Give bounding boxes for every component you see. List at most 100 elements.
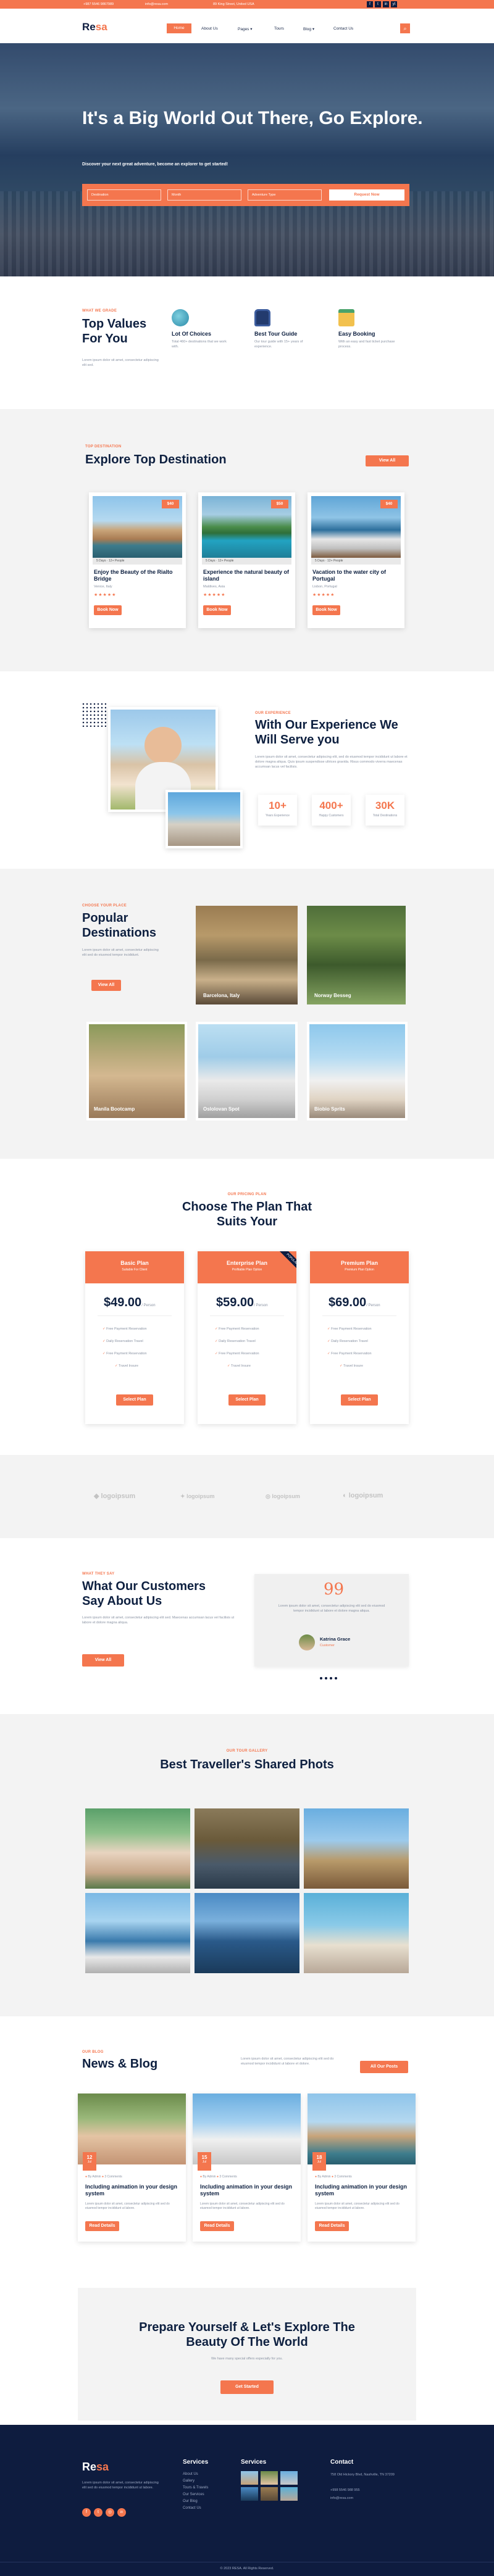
footer-link[interactable]: Contact Us bbox=[183, 2505, 208, 2512]
testimonials-view-all-button[interactable]: View All bbox=[82, 1654, 124, 1667]
footer-gallery-photo[interactable] bbox=[261, 2487, 278, 2501]
get-started-button[interactable]: Get Started bbox=[220, 2380, 274, 2394]
destination-card-title[interactable]: Experience the natural beauty of island bbox=[203, 569, 290, 582]
destination-field[interactable]: Destination bbox=[87, 189, 161, 201]
experience-photo-small bbox=[165, 790, 243, 848]
price-badge: $40 bbox=[380, 500, 398, 508]
footer-link[interactable]: Tours & Travels bbox=[183, 2485, 208, 2491]
destination-card: $40 5 Days · 12+ People Vacation to the … bbox=[308, 492, 404, 628]
slider-dots[interactable] bbox=[320, 1677, 337, 1679]
blog-post-title[interactable]: Including animation in your design syste… bbox=[315, 2184, 408, 2197]
stat-value: 10+ bbox=[269, 800, 287, 811]
nav-pages[interactable]: Pages ▾ bbox=[238, 27, 253, 31]
request-now-button[interactable]: Request Now bbox=[329, 189, 404, 201]
footer-email[interactable]: info@resa.com bbox=[330, 2496, 353, 2500]
dots-decoration bbox=[82, 702, 106, 727]
book-now-button[interactable]: Book Now bbox=[94, 605, 122, 615]
pricing-eyebrow: OUR PRICING PLAN bbox=[227, 1193, 267, 1196]
place-label: Manila Bootcamp bbox=[94, 1106, 135, 1112]
footer-link[interactable]: Our Blog bbox=[183, 2498, 208, 2505]
gallery-photo[interactable] bbox=[195, 1808, 299, 1889]
post-comments: 3 Comments bbox=[219, 2175, 237, 2179]
footer-link[interactable]: Gallery bbox=[183, 2478, 208, 2485]
partner-logo: ✦ logoipsum bbox=[180, 1493, 215, 1499]
linkedin-icon[interactable]: in bbox=[117, 2508, 126, 2517]
twitter-icon[interactable]: t bbox=[375, 1, 381, 7]
plan-card: Enterprise Plan Profitable Plan Option P… bbox=[198, 1251, 296, 1424]
stat-label: Happy Customers bbox=[319, 814, 344, 818]
linkedin-icon[interactable]: in bbox=[383, 1, 389, 7]
email-text[interactable]: info@resa.com bbox=[145, 2, 168, 6]
popular-place-card[interactable]: Manila Bootcamp bbox=[86, 1022, 187, 1120]
select-plan-button[interactable]: Select Plan bbox=[116, 1394, 153, 1406]
footer-gallery-photo[interactable] bbox=[261, 2471, 278, 2485]
logo[interactable]: Resa bbox=[82, 21, 107, 33]
view-all-button[interactable]: View All bbox=[366, 455, 409, 466]
popular-place-card[interactable]: Norway Besseg bbox=[307, 906, 406, 1004]
stat-label: Years Experience bbox=[265, 814, 290, 818]
blog-section: OUR BLOG News & Blog Lorem ipsum dolor s… bbox=[0, 2016, 494, 2288]
blog-post-title[interactable]: Including animation in your design syste… bbox=[200, 2184, 293, 2197]
read-details-button[interactable]: Read Details bbox=[200, 2221, 234, 2231]
comment-icon: ● bbox=[216, 2175, 219, 2179]
blog-card: 18 Jul ● By Admin ● 3 Comments Including … bbox=[308, 2094, 416, 2242]
nav-blog[interactable]: Blog ▾ bbox=[303, 27, 314, 31]
values-title: Top Values For You bbox=[82, 317, 147, 346]
youtube-icon[interactable]: yt bbox=[391, 1, 397, 7]
cta-text: We have many special offers especially f… bbox=[211, 2357, 283, 2361]
select-plan-button[interactable]: Select Plan bbox=[341, 1394, 378, 1406]
footer-gallery-photo[interactable] bbox=[241, 2471, 258, 2485]
feature-item: ✓ Free Payment Reservation bbox=[215, 1327, 259, 1331]
twitter-icon[interactable]: t bbox=[94, 2508, 103, 2517]
gallery-photo[interactable] bbox=[85, 1893, 190, 1973]
nav-about[interactable]: About Us bbox=[201, 27, 218, 31]
footer-link[interactable]: About Us bbox=[183, 2471, 208, 2478]
destination-location: Venice, Italy bbox=[94, 585, 112, 589]
gallery-photo[interactable] bbox=[195, 1893, 299, 1973]
blog-post-title[interactable]: Including animation in your design syste… bbox=[85, 2184, 178, 2197]
all-posts-button[interactable]: All Our Posts bbox=[360, 2061, 408, 2073]
blog-post-excerpt: Lorem ipsum dolor sit amet, consectetur … bbox=[315, 2202, 400, 2210]
instagram-icon[interactable]: ◎ bbox=[106, 2508, 114, 2517]
footer: Resa Lorem ipsum dolor sit amet, consect… bbox=[0, 2425, 494, 2576]
footer-gallery-photo[interactable] bbox=[241, 2487, 258, 2501]
popular-view-all-button[interactable]: View All bbox=[91, 980, 121, 991]
comment-icon: ● bbox=[101, 2175, 104, 2179]
gallery-title-footer: Services bbox=[241, 2459, 267, 2466]
hero-search-form: Destination Month Adventure Type Request… bbox=[82, 184, 409, 206]
check-icon: ✓ bbox=[215, 1327, 218, 1331]
popular-place-card[interactable]: Barcelona, Italy bbox=[196, 906, 298, 1004]
popular-place-card[interactable]: Biobio Sprits bbox=[307, 1022, 408, 1120]
footer-gallery-photo[interactable] bbox=[280, 2471, 298, 2485]
adventure-type-field[interactable]: Adventure Type bbox=[248, 189, 322, 201]
book-now-button[interactable]: Book Now bbox=[203, 605, 231, 615]
read-details-button[interactable]: Read Details bbox=[315, 2221, 349, 2231]
read-details-button[interactable]: Read Details bbox=[85, 2221, 119, 2231]
nav-tours[interactable]: Tours bbox=[274, 27, 284, 31]
search-icon[interactable]: ⌕ bbox=[400, 23, 410, 33]
destination-card-title[interactable]: Enjoy the Beauty of the Rialto Bridge bbox=[94, 569, 180, 582]
gallery-photo[interactable] bbox=[85, 1808, 190, 1889]
gallery-photo[interactable] bbox=[304, 1808, 409, 1889]
nav-home[interactable]: Home bbox=[167, 23, 191, 33]
footer-social: f t ◎ in bbox=[82, 2508, 126, 2517]
footer-link[interactable]: Our Services bbox=[183, 2491, 208, 2498]
cta-banner: Prepare Yourself & Let's Explore The Bea… bbox=[78, 2288, 416, 2421]
gallery-photo[interactable] bbox=[304, 1893, 409, 1973]
footer-logo[interactable]: Resa bbox=[82, 2461, 109, 2474]
select-plan-button[interactable]: Select Plan bbox=[228, 1394, 266, 1406]
nav-contact[interactable]: Contact Us bbox=[333, 27, 353, 31]
month-field[interactable]: Month bbox=[167, 189, 241, 201]
book-now-button[interactable]: Book Now bbox=[312, 605, 340, 615]
facebook-icon[interactable]: f bbox=[367, 1, 373, 7]
footer-phone[interactable]: +998 5546 988 955 bbox=[330, 2488, 360, 2492]
destinations-eyebrow: TOP DESTINATION bbox=[85, 445, 122, 449]
globe-icon bbox=[172, 309, 189, 326]
value-item: Best Tour Guide Our tour guide with 15+ … bbox=[254, 309, 329, 349]
destination-card-title[interactable]: Vacation to the water city of Portugal bbox=[312, 569, 399, 582]
popular-place-card[interactable]: Oslolovan Spot bbox=[196, 1022, 298, 1120]
user-icon: ● bbox=[315, 2175, 317, 2179]
footer-gallery-photo[interactable] bbox=[280, 2487, 298, 2501]
feature-item: ✓ Daily Reservation Travel bbox=[103, 1340, 143, 1343]
facebook-icon[interactable]: f bbox=[82, 2508, 91, 2517]
